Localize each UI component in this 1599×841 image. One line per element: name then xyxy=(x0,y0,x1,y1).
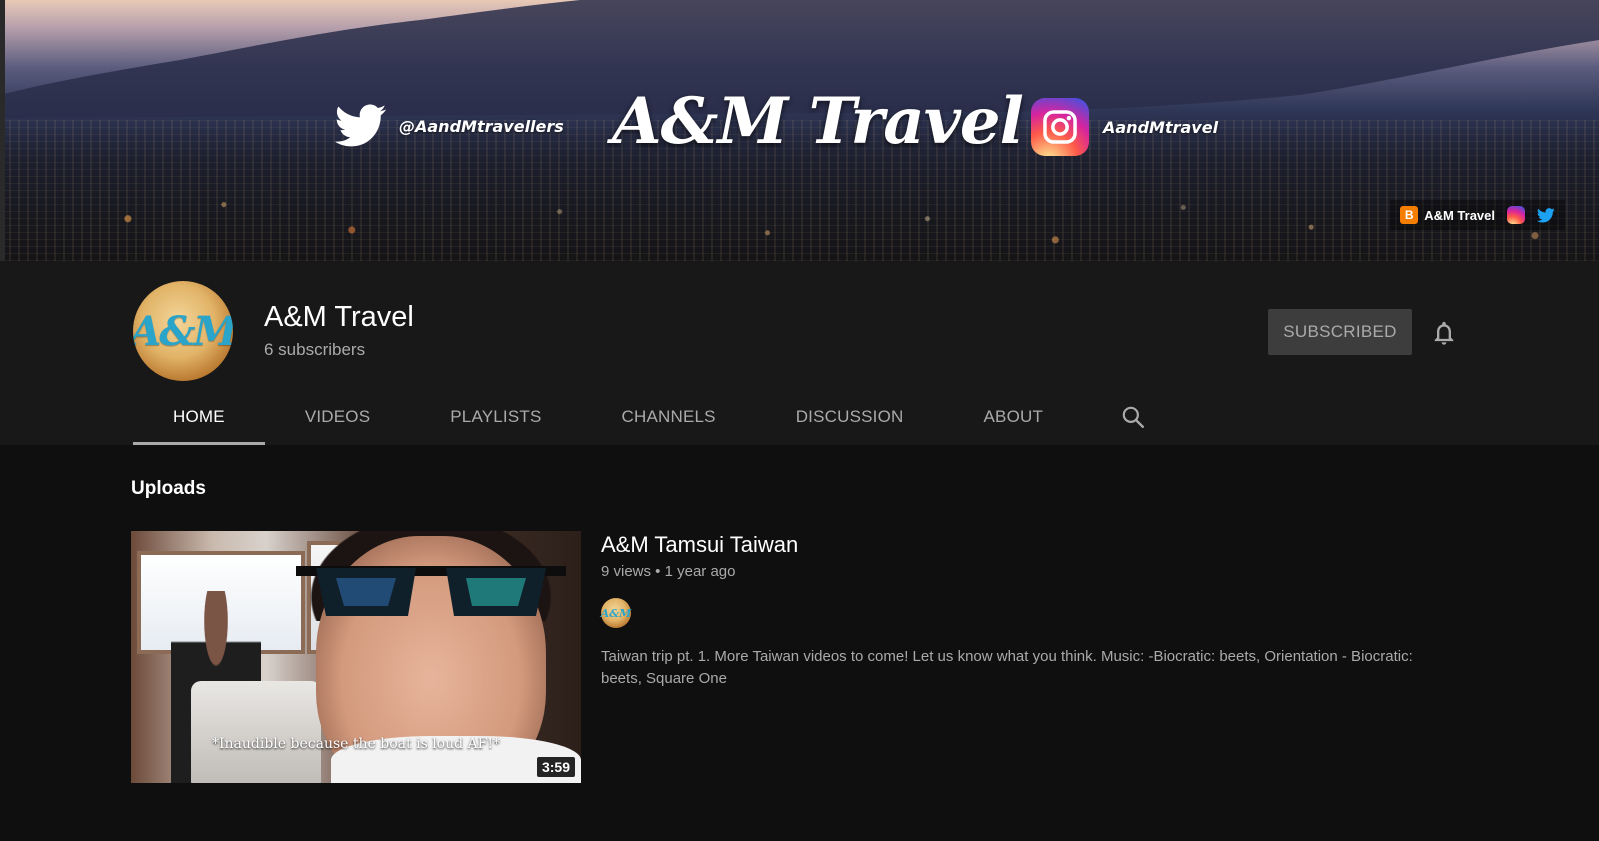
banner-title: A&M Travel xyxy=(612,84,1024,159)
tab-about[interactable]: ABOUT xyxy=(944,389,1084,445)
blogger-icon: B xyxy=(1400,206,1419,224)
tab-discussion[interactable]: DISCUSSION xyxy=(756,389,944,445)
instagram-icon xyxy=(1507,206,1525,224)
video-description: Taiwan trip pt. 1. More Taiwan videos to… xyxy=(601,648,1413,687)
banner-links: B A&M Travel xyxy=(1390,200,1565,230)
thumb-sunglasses xyxy=(296,566,566,616)
thumb-seat xyxy=(191,681,321,783)
video-meta: 9 views • 1 year ago xyxy=(601,563,736,580)
twitter-icon xyxy=(1537,207,1555,223)
instagram-handle-text: AandMtravel xyxy=(1103,117,1219,137)
uploader-avatar-text: A&M xyxy=(600,606,632,620)
avatar-logo-text: A&M xyxy=(133,307,233,355)
banner-instagram-handle: AandMtravel xyxy=(1031,98,1218,156)
banner-twitter-handle: @AandMtravellers xyxy=(335,104,564,148)
instagram-logo-icon xyxy=(1031,98,1089,156)
bell-icon[interactable] xyxy=(1430,319,1458,347)
channel-header: A&M A&M Travel 6 subscribers SUBSCRIBED … xyxy=(0,261,1599,445)
channel-tabs: HOME VIDEOS PLAYLISTS CHANNELS DISCUSSIO… xyxy=(133,389,1163,445)
subscribed-button[interactable]: SUBSCRIBED xyxy=(1268,309,1412,355)
tab-videos[interactable]: VIDEOS xyxy=(265,389,410,445)
thumb-caption: *Inaudible because the boat is loud AF!* xyxy=(212,736,500,752)
uploads-section-title[interactable]: Uploads xyxy=(131,478,206,500)
search-icon[interactable] xyxy=(1103,389,1163,445)
channel-banner: @AandMtravellers A&M Travel AandMtravel … xyxy=(0,0,1599,261)
tab-home[interactable]: HOME xyxy=(133,389,265,445)
banner-link-blogger-label: A&M Travel xyxy=(1424,207,1495,223)
uploader-avatar[interactable]: A&M xyxy=(601,598,631,628)
channel-name: A&M Travel xyxy=(264,301,414,333)
twitter-handle-text: @AandMtravellers xyxy=(399,116,564,136)
tab-channels[interactable]: CHANNELS xyxy=(582,389,756,445)
video-title[interactable]: A&M Tamsui Taiwan xyxy=(601,532,798,558)
video-duration: 3:59 xyxy=(536,757,575,777)
banner-link-instagram[interactable] xyxy=(1507,206,1525,224)
banner-link-twitter[interactable] xyxy=(1537,207,1555,223)
tab-playlists[interactable]: PLAYLISTS xyxy=(410,389,581,445)
video-thumbnail[interactable]: *Inaudible because the boat is loud AF!*… xyxy=(131,531,581,783)
twitter-bird-icon xyxy=(335,104,387,148)
channel-avatar[interactable]: A&M xyxy=(133,281,233,381)
banner-link-blogger[interactable]: B A&M Travel xyxy=(1400,206,1495,224)
subscriber-count: 6 subscribers xyxy=(264,340,366,359)
